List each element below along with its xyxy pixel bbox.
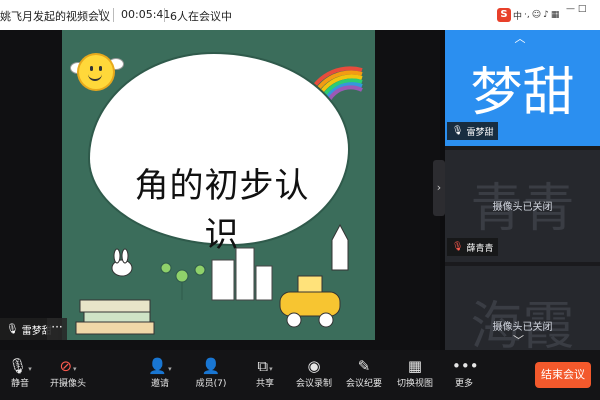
ime-punctuation-icon[interactable]: ·, <box>524 10 530 20</box>
share-label: 共享 <box>255 379 274 389</box>
microphone-muted-icon: 🎙 <box>452 242 464 252</box>
end-meeting-button[interactable]: 结束会议 <box>535 362 591 388</box>
more-icon: ••• <box>452 357 479 375</box>
grid-view-icon: ▦ <box>407 357 423 375</box>
record-button[interactable]: ◉ 会议录制 <box>294 356 334 396</box>
sun-icon <box>79 55 113 89</box>
collapse-sidebar-button[interactable]: › <box>433 160 445 216</box>
chevron-down-icon[interactable]: ﹀ <box>513 332 524 348</box>
presenter-more-button[interactable]: ··· <box>47 318 67 340</box>
meeting-title[interactable]: 姚飞月发起的视频会议 <box>0 8 110 24</box>
switch-view-label: 切换视图 <box>396 379 433 389</box>
presentation-slide: 角的初步认识 <box>62 30 375 340</box>
record-label: 会议录制 <box>295 379 332 389</box>
avatar-text: 梦甜 <box>470 63 575 123</box>
microphone-icon: 🎙▾ <box>8 357 32 375</box>
maximize-icon[interactable]: □ <box>578 4 587 14</box>
members-button[interactable]: 👤 成员(7) <box>193 356 229 396</box>
divider <box>113 8 114 22</box>
participant-name-tag: 🎙 雷梦甜 <box>447 122 499 140</box>
meeting-toolbar: 🎙▾ 静音 ⊘▾ 开摄像头 👤▾ 邀请 👤 成员(7) ⧉▾ 共享 ◉ 会议录制… <box>0 350 600 400</box>
chevron-up-icon[interactable]: ︿ <box>508 30 532 45</box>
ime-voice-icon[interactable]: ♪ <box>543 10 549 20</box>
participant-tile[interactable]: ︿ 梦甜 🎙 雷梦甜 <box>445 30 600 146</box>
participant-name: 雷梦甜 <box>466 127 494 138</box>
minimize-icon[interactable]: — <box>566 4 575 14</box>
ime-keyboard-icon[interactable]: ▦ <box>551 10 560 20</box>
members-label: 成员(7) <box>195 379 227 389</box>
switch-view-button[interactable]: ▦ 切换视图 <box>395 356 435 396</box>
mute-label: 静音 <box>10 379 29 389</box>
share-button[interactable]: ⧉▾ 共享 <box>250 356 280 396</box>
slide-title: 角的初步认识 <box>134 166 310 255</box>
ime-logo-icon[interactable]: S <box>497 8 511 22</box>
participant-name: 薛青青 <box>466 243 494 254</box>
minutes-button[interactable]: ✎ 会议纪要 <box>344 356 384 396</box>
meeting-timer: 00:05:41 <box>121 8 171 21</box>
title-bar: 姚飞月发起的视频会议 ∨ 00:05:41 6人在会议中 S 中 ·, ☺ ♪ … <box>0 0 600 30</box>
sun-mouth <box>88 72 102 81</box>
participant-tile[interactable]: 海霞 摄像头已关闭 ﹀ <box>445 266 600 350</box>
add-user-icon: 👤▾ <box>148 357 172 375</box>
invite-label: 邀请 <box>150 379 169 389</box>
sun-eye <box>90 66 93 71</box>
sun-eye <box>99 66 102 71</box>
divider <box>164 8 165 22</box>
chevron-down-icon[interactable]: ∨ <box>97 7 104 18</box>
participant-tile[interactable]: 青青 摄像头已关闭 🎙 薛青青 <box>445 150 600 262</box>
ime-emoji-icon[interactable]: ☺ <box>532 10 541 20</box>
minutes-label: 会议纪要 <box>345 379 382 389</box>
window-controls: — □ <box>566 4 586 14</box>
invite-button[interactable]: 👤▾ 邀请 <box>145 356 175 396</box>
ime-language[interactable]: 中 <box>513 9 522 22</box>
more-label: 更多 <box>454 379 473 389</box>
share-screen-icon: ⧉▾ <box>257 357 273 375</box>
more-button[interactable]: ••• 更多 <box>452 356 479 396</box>
record-icon: ◉ <box>307 357 321 375</box>
participant-count: 6人在会议中 <box>170 10 232 23</box>
camera-status: 摄像头已关闭 <box>492 322 553 333</box>
minutes-icon: ✎ <box>357 357 371 375</box>
camera-off-icon: ⊘▾ <box>59 357 77 375</box>
camera-label: 开摄像头 <box>49 379 86 389</box>
ime-toolbar: S 中 ·, ☺ ♪ ▦ <box>497 6 559 24</box>
microphone-icon: 🎙 <box>452 126 464 136</box>
members-icon: 👤 <box>201 357 221 375</box>
microphone-icon: 🎙 <box>6 323 19 335</box>
books-icon <box>75 299 155 335</box>
participant-sidebar: ︿ 梦甜 🎙 雷梦甜 青青 摄像头已关闭 🎙 薛青青 海霞 摄像头已关闭 ﹀ <box>445 30 600 350</box>
rocket-icon <box>331 223 349 271</box>
camera-button[interactable]: ⊘▾ 开摄像头 <box>48 356 88 396</box>
participant-name-tag: 🎙 薛青青 <box>447 238 499 256</box>
camera-status: 摄像头已关闭 <box>492 202 553 213</box>
mute-button[interactable]: 🎙▾ 静音 <box>5 356 35 396</box>
chevron-right-icon: › <box>436 181 442 194</box>
